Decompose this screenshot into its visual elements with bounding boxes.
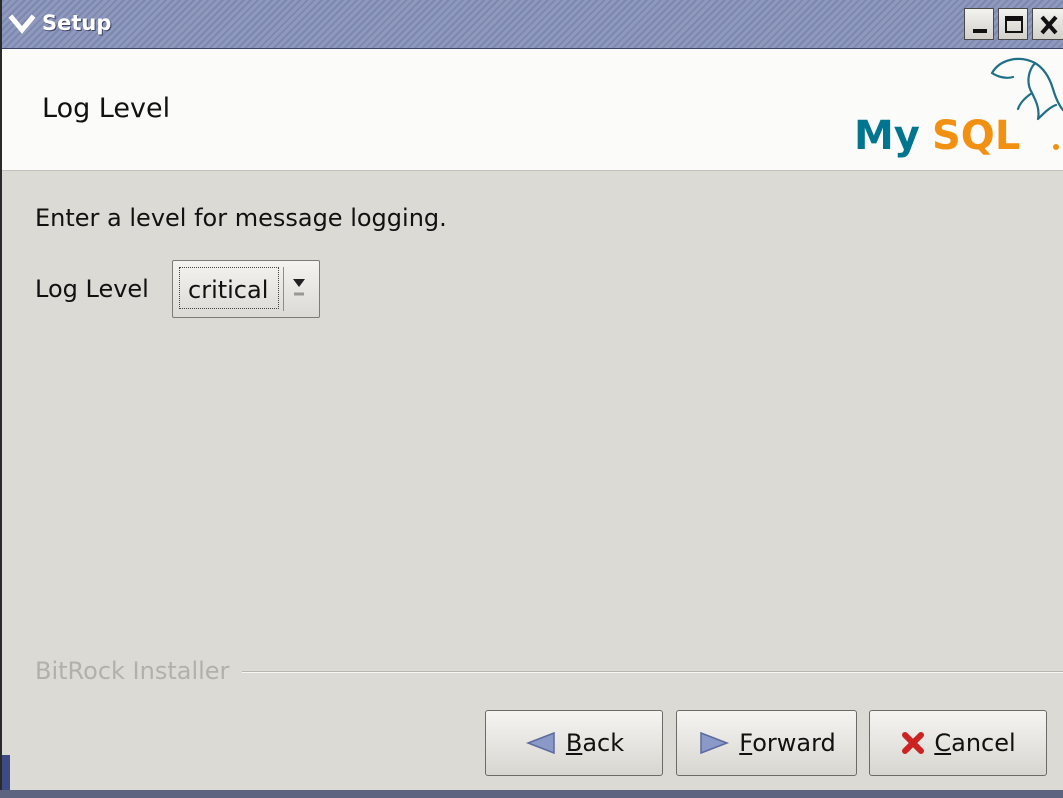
log-level-value: critical (188, 276, 269, 304)
close-icon (1040, 15, 1058, 35)
combo-focus-frame: critical (179, 267, 279, 309)
setup-window: Setup Log Level My SQL Enter a level for… (0, 0, 1063, 790)
forward-arrow-icon (700, 731, 730, 755)
divider (242, 671, 1063, 673)
close-button[interactable] (1032, 8, 1063, 40)
back-button-label: Back (565, 729, 625, 757)
description-text: Enter a level for message logging. (35, 204, 447, 232)
cancel-x-icon (902, 732, 925, 754)
dropdown-arrow-icon (293, 279, 305, 296)
window-menu-button[interactable] (8, 12, 36, 36)
minimize-icon (973, 29, 987, 33)
back-arrow-icon (525, 731, 555, 755)
forward-button-label: Forward (739, 729, 836, 757)
window-frame-corner (2, 755, 10, 790)
cancel-button[interactable]: Cancel (869, 710, 1047, 776)
maximize-icon (1005, 16, 1023, 33)
forward-button[interactable]: Forward (676, 710, 857, 776)
log-level-combo[interactable]: critical (172, 260, 320, 318)
minimize-button[interactable] (964, 8, 994, 40)
svg-text:SQL: SQL (932, 113, 1020, 159)
titlebar: Setup (2, 0, 1063, 49)
installer-brand: BitRock Installer (35, 657, 236, 685)
cancel-button-label: Cancel (934, 729, 1016, 757)
page-title: Log Level (42, 93, 171, 124)
back-button[interactable]: Back (485, 710, 663, 776)
page-header: Log Level My SQL (2, 49, 1063, 171)
log-level-label: Log Level (35, 275, 149, 303)
desktop-strip (0, 790, 1063, 798)
mysql-logo: My SQL (854, 57, 1063, 159)
combo-separator (283, 267, 284, 311)
maximize-button[interactable] (998, 8, 1028, 40)
chevron-down-icon (8, 14, 36, 34)
svg-text:My: My (854, 113, 920, 159)
window-title: Setup (42, 11, 112, 35)
